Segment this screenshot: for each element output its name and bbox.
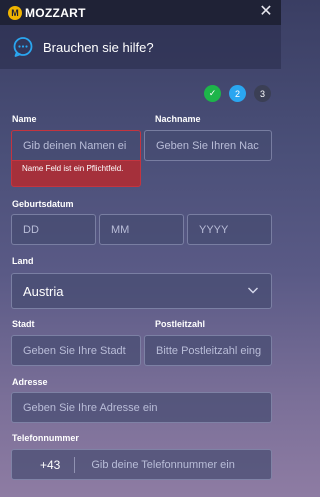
country-value: Austria (23, 283, 64, 299)
name-error-message: Name Feld ist ein Pflichtfeld. (11, 160, 141, 187)
close-button[interactable]: ✕ (258, 3, 274, 21)
birth-day-input[interactable]: DD (11, 214, 96, 245)
name-input[interactable]: Gib deinen Namen ei (11, 130, 141, 161)
zip-label: Postleitzahl (155, 319, 206, 329)
city-input[interactable]: Geben Sie Ihre Stadt (11, 335, 141, 366)
lastname-input[interactable]: Geben Sie Ihren Nac (144, 130, 272, 161)
help-title: Brauchen sie hilfe? (43, 39, 154, 55)
chat-bubble-icon (13, 37, 33, 57)
phone-label: Telefonnummer (12, 433, 79, 443)
city-label: Stadt (12, 319, 35, 329)
help-banner[interactable]: Brauchen sie hilfe? (0, 25, 281, 69)
chevron-down-icon (248, 287, 258, 294)
phone-input[interactable]: Gib deine Telefonnummer ein (91, 459, 235, 471)
phone-divider (74, 456, 76, 473)
country-label: Land (12, 256, 34, 266)
step-1-done-check-icon: ✓ (204, 85, 221, 102)
logo-text: MOZZART (25, 5, 86, 20)
birthdate-label: Geburtsdatum (12, 199, 74, 209)
step-indicator: ✓ 2 3 (204, 85, 271, 102)
name-label: Name (12, 114, 37, 124)
birth-month-input[interactable]: MM (99, 214, 184, 245)
step-3-pending: 3 (254, 85, 271, 102)
phone-input-group[interactable]: +43 Gib deine Telefonnummer ein (11, 449, 272, 480)
top-bar: M MOZZART ✕ (0, 0, 281, 25)
step-2-active: 2 (229, 85, 246, 102)
address-input[interactable]: Geben Sie Ihre Adresse ein (11, 392, 272, 423)
logo-badge-icon: M (8, 5, 22, 20)
country-select[interactable]: Austria (11, 273, 272, 309)
birth-year-input[interactable]: YYYY (187, 214, 272, 245)
zip-input[interactable]: Bitte Postleitzahl eing (144, 335, 272, 366)
mozzart-logo: M MOZZART (8, 5, 86, 20)
phone-country-prefix[interactable]: +43 (12, 458, 74, 472)
address-label: Adresse (12, 377, 48, 387)
lastname-label: Nachname (155, 114, 201, 124)
